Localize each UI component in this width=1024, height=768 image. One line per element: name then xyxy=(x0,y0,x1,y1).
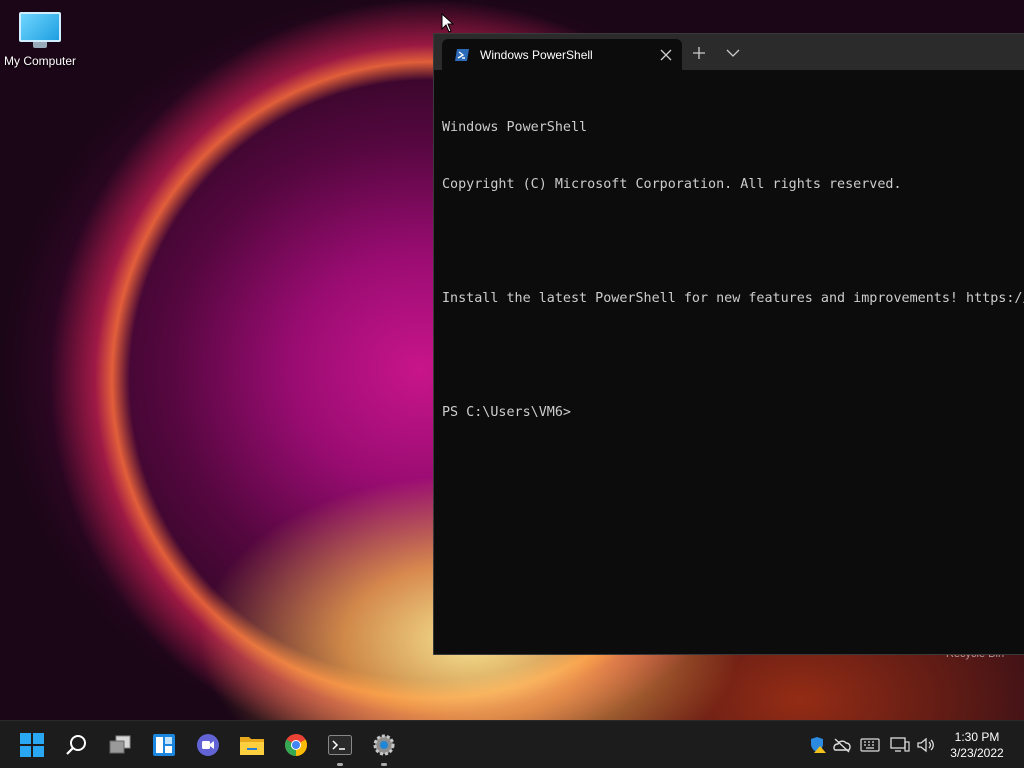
console-line: Windows PowerShell xyxy=(442,120,588,135)
running-indicator xyxy=(381,763,387,766)
desktop-icon-label: My Computer xyxy=(3,54,77,68)
console-prompt[interactable]: PS C:\Users\VM6> xyxy=(442,403,1024,422)
widgets-icon xyxy=(153,734,175,756)
teams-chat-icon xyxy=(197,734,219,756)
terminal-button[interactable] xyxy=(324,729,356,766)
task-view-button[interactable] xyxy=(104,729,136,761)
keyboard-icon[interactable] xyxy=(860,735,880,755)
desktop-icon-my-computer[interactable]: My Computer xyxy=(2,8,78,68)
chrome-icon xyxy=(285,734,307,756)
close-icon[interactable] xyxy=(654,43,678,67)
taskbar: 1:30 PM 3/23/2022 xyxy=(0,720,1024,768)
new-tab-button[interactable] xyxy=(684,40,714,66)
network-disconnected-icon[interactable] xyxy=(832,735,852,755)
chrome-button[interactable] xyxy=(280,729,312,761)
start-button[interactable] xyxy=(16,729,48,761)
console-line: Copyright (C) Microsoft Corporation. All… xyxy=(442,177,902,192)
monitor-icon xyxy=(19,12,61,42)
display-icon[interactable] xyxy=(890,735,910,755)
tab-windows-powershell[interactable]: Windows PowerShell xyxy=(442,39,682,70)
system-clock[interactable]: 1:30 PM 3/23/2022 xyxy=(942,729,1012,761)
widgets-button[interactable] xyxy=(148,729,180,761)
task-view-icon xyxy=(109,735,131,754)
tab-title: Windows PowerShell xyxy=(480,47,593,62)
clock-date: 3/23/2022 xyxy=(950,746,1004,760)
chat-button[interactable] xyxy=(192,729,224,761)
powershell-icon xyxy=(455,48,469,61)
windows-logo-icon xyxy=(20,733,44,757)
running-indicator xyxy=(337,763,343,766)
security-warning-icon[interactable] xyxy=(808,735,828,755)
volume-icon[interactable] xyxy=(916,735,936,755)
clock-time: 1:30 PM xyxy=(954,730,1000,744)
tab-dropdown-button[interactable] xyxy=(718,40,748,66)
chevron-down-icon xyxy=(726,49,740,57)
terminal-window[interactable]: Windows PowerShell Windows PowerShell Co… xyxy=(433,33,1024,655)
folder-icon xyxy=(240,737,264,755)
settings-button[interactable] xyxy=(368,729,400,766)
gear-icon xyxy=(373,734,395,756)
search-icon xyxy=(66,735,86,755)
console-output[interactable]: Windows PowerShell Copyright (C) Microso… xyxy=(434,70,1024,460)
plus-icon xyxy=(693,47,705,59)
mouse-cursor-icon xyxy=(441,13,455,33)
terminal-titlebar[interactable]: Windows PowerShell xyxy=(434,34,1024,70)
console-line: Install the latest PowerShell for new fe… xyxy=(442,291,1024,306)
search-button[interactable] xyxy=(60,729,92,761)
desktop: My Computer Recycle Bin Windows PowerShe… xyxy=(0,0,1024,720)
file-explorer-button[interactable] xyxy=(236,729,268,761)
terminal-icon xyxy=(328,735,352,755)
